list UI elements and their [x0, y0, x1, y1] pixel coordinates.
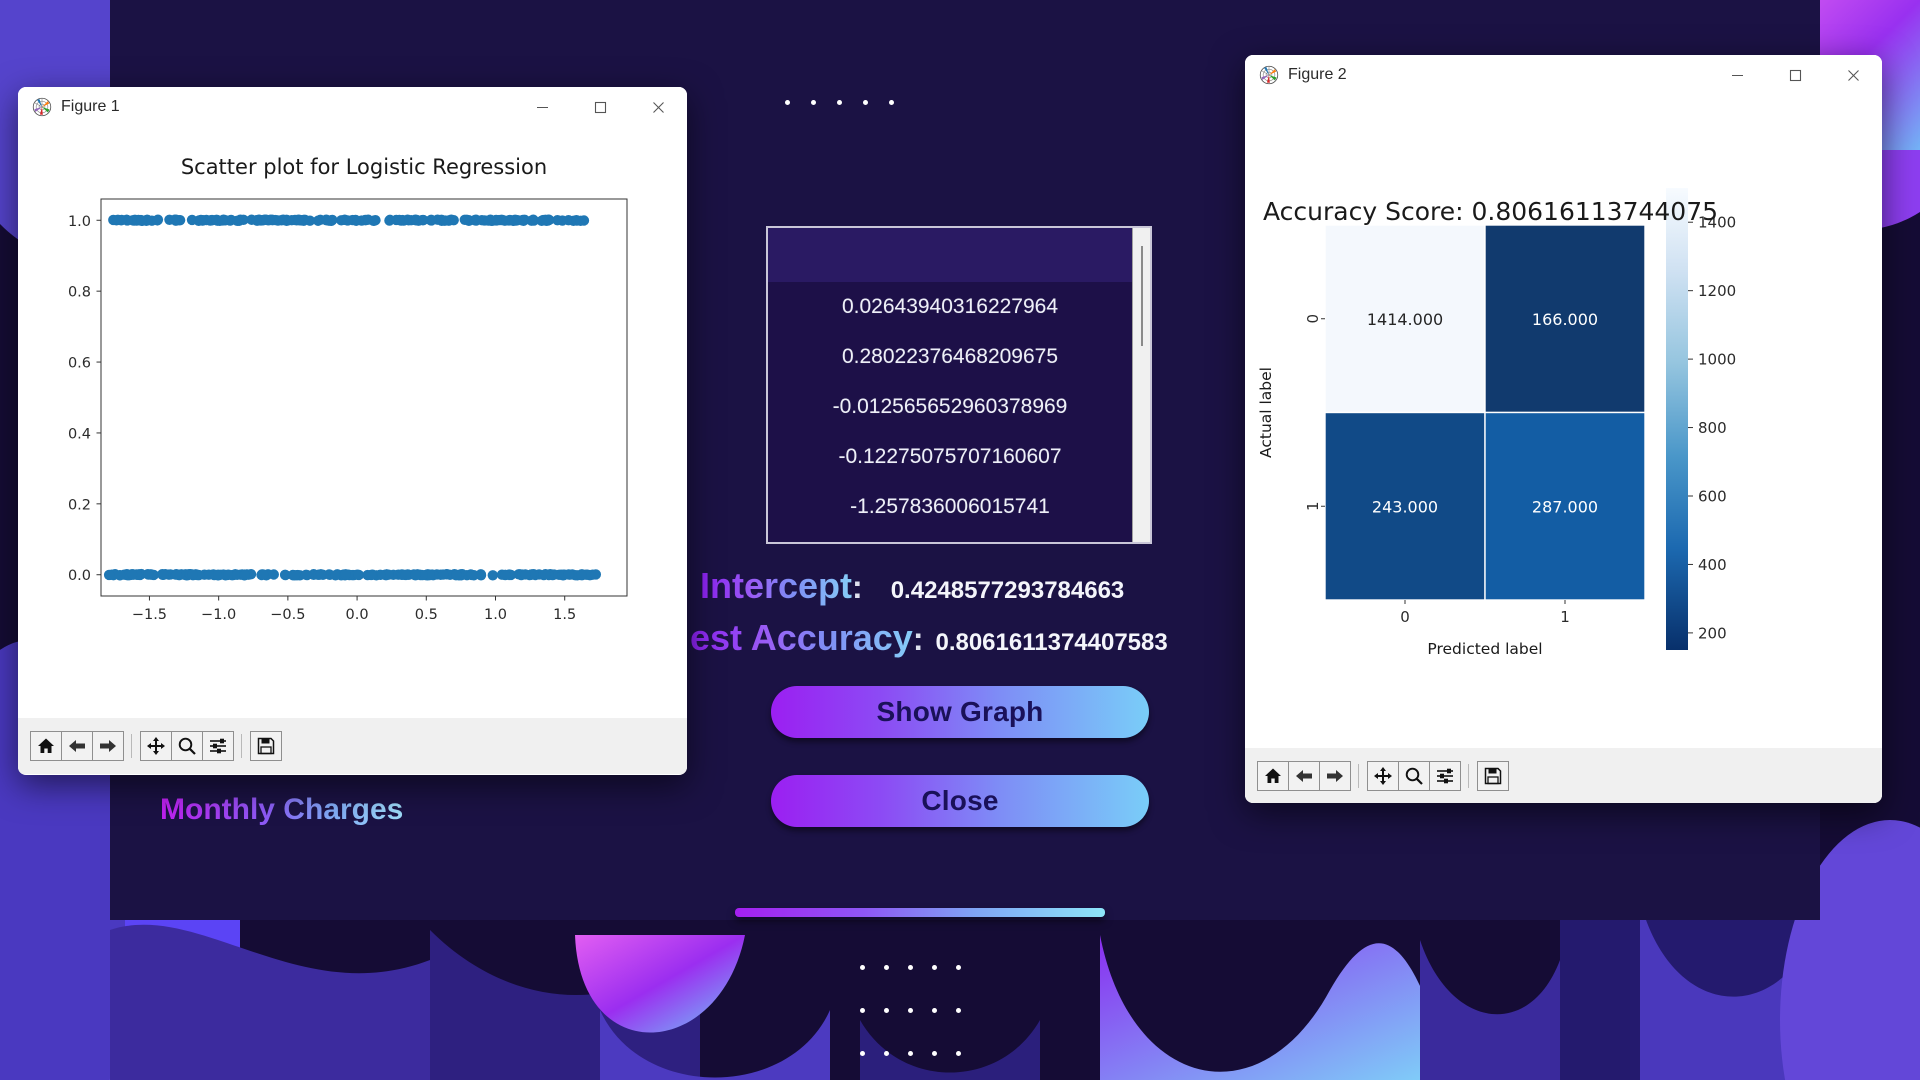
save-floppy-icon[interactable] [250, 731, 282, 761]
monthly-charges-label: Monthly Charges [160, 793, 404, 826]
coefficient-scrollbar[interactable] [1132, 228, 1150, 542]
close-window-button[interactable] [1824, 55, 1882, 95]
svg-text:800: 800 [1698, 419, 1727, 437]
configure-subplots-icon[interactable] [202, 731, 234, 761]
svg-text:200: 200 [1698, 624, 1727, 642]
svg-text:0: 0 [1304, 314, 1322, 324]
svg-text:1.0: 1.0 [68, 214, 91, 230]
figure-2-canvas[interactable]: 1414.000 166.000 243.000 287.000 0 1 0 1 Predict… [1245, 95, 1882, 748]
svg-text:0.0: 0.0 [346, 607, 369, 623]
figure-1-canvas[interactable]: Scatter plot for Logistic Regression −1.5… [18, 127, 687, 718]
zoom-magnifier-icon[interactable] [171, 731, 203, 761]
svg-text:600: 600 [1698, 488, 1727, 506]
close-icon [652, 101, 664, 113]
test-accuracy-label: est Accuracy [690, 617, 913, 658]
scatter-plot: Scatter plot for Logistic Regression −1.5… [18, 127, 687, 718]
coefficient-value: 0.02643940316227964 [841, 295, 1059, 318]
matplotlib-logo-icon [1259, 65, 1279, 85]
figure-1-titlebar[interactable]: Figure 1 [18, 87, 687, 127]
forward-arrow-icon[interactable] [92, 731, 124, 761]
coefficient-value: -0.012565652960378969 [832, 395, 1068, 418]
figure-1-toolbar[interactable] [18, 718, 687, 774]
home-icon[interactable] [1257, 760, 1289, 791]
coefficient-title: Coefficient [768, 228, 1132, 282]
configure-subplots-icon[interactable] [1429, 760, 1461, 791]
figure-2-titlebar[interactable]: Figure 2 [1245, 55, 1882, 95]
test-accuracy-colon: : [912, 621, 924, 657]
svg-text:Scatter plot for Logistic Regr: Scatter plot for Logistic Regression [181, 155, 547, 179]
svg-text:1: 1 [1560, 608, 1570, 626]
svg-text:0.0: 0.0 [68, 568, 91, 584]
coefficient-value: 0.28022376468209675 [841, 345, 1059, 368]
intercept-row: Intercept: 0.4248577293784663 [700, 565, 1124, 607]
figure-2-title: Figure 2 [1288, 66, 1347, 83]
minimize-icon [536, 106, 548, 108]
maximize-icon [1789, 69, 1801, 81]
svg-text:1414.000: 1414.000 [1367, 310, 1443, 329]
confusion-matrix-plot: 1414.000 166.000 243.000 287.000 0 1 0 1 Predict… [1245, 95, 1882, 748]
svg-text:0.6: 0.6 [68, 356, 91, 372]
back-arrow-icon[interactable] [1288, 760, 1320, 791]
coefficient-listbox[interactable]: Coefficient 0.02643940316227964 0.280223… [766, 226, 1152, 544]
figure-2-window-controls [1708, 55, 1882, 95]
toolbar-separator [131, 734, 132, 758]
pan-move-icon[interactable] [1367, 760, 1399, 791]
svg-text:0.4: 0.4 [68, 426, 91, 442]
intercept-label: Intercept [700, 565, 853, 606]
svg-text:Accuracy Score: 0.806161137440: Accuracy Score: 0.80616113744075 [1263, 197, 1718, 226]
svg-text:1: 1 [1304, 501, 1322, 511]
show-graph-button[interactable]: Show Graph [771, 686, 1149, 738]
back-arrow-icon[interactable] [61, 731, 93, 761]
svg-text:0.2: 0.2 [68, 497, 91, 513]
svg-text:0: 0 [1400, 608, 1410, 626]
svg-text:400: 400 [1698, 556, 1727, 574]
maximize-button[interactable] [571, 87, 629, 127]
svg-text:287.000: 287.000 [1532, 497, 1598, 516]
svg-text:0.8: 0.8 [68, 285, 91, 301]
svg-text:1000: 1000 [1698, 351, 1736, 369]
intercept-value: 0.4248577293784663 [890, 577, 1125, 604]
coefficient-value: -1.257836006015741 [850, 495, 1050, 518]
svg-text:−0.5: −0.5 [270, 607, 305, 623]
svg-text:1200: 1200 [1698, 282, 1736, 300]
maximize-icon [594, 101, 606, 113]
svg-text:−1.0: −1.0 [201, 607, 236, 623]
pan-move-icon[interactable] [140, 731, 172, 761]
test-accuracy-row: est Accuracy: 0.8061611374407583 [690, 617, 1168, 659]
svg-text:Predicted label: Predicted label [1427, 640, 1542, 658]
minimize-button[interactable] [513, 87, 571, 127]
close-window-button[interactable] [629, 87, 687, 127]
home-icon[interactable] [30, 731, 62, 761]
coefficient-list: Coefficient 0.02643940316227964 0.280223… [768, 228, 1132, 542]
decorative-separator [735, 908, 1105, 917]
forward-arrow-icon[interactable] [1319, 760, 1351, 791]
svg-text:166.000: 166.000 [1532, 310, 1598, 329]
svg-text:−1.5: −1.5 [132, 607, 167, 623]
scrollbar-thumb[interactable] [1141, 246, 1143, 346]
matplotlib-logo-icon [32, 97, 52, 117]
toolbar-separator [1468, 763, 1469, 788]
svg-text:0.5: 0.5 [415, 607, 438, 623]
test-accuracy-value: 0.8061611374407583 [935, 629, 1168, 656]
close-button[interactable]: Close [771, 775, 1149, 827]
maximize-button[interactable] [1766, 55, 1824, 95]
figure-1-title: Figure 1 [61, 98, 120, 115]
figure-1-window-controls [513, 87, 687, 127]
zoom-magnifier-icon[interactable] [1398, 760, 1430, 791]
intercept-colon: : [852, 569, 863, 605]
toolbar-separator [1358, 763, 1359, 788]
svg-text:Actual label: Actual label [1257, 367, 1275, 458]
coefficient-value: -0.12275075707160607 [838, 445, 1062, 468]
figure-1-window[interactable]: Figure 1 Scatter plot for Logistic Regre… [18, 87, 687, 775]
minimize-button[interactable] [1708, 55, 1766, 95]
toolbar-separator [241, 734, 242, 758]
svg-text:243.000: 243.000 [1372, 497, 1438, 516]
svg-text:1.5: 1.5 [553, 607, 576, 623]
svg-text:1.0: 1.0 [484, 607, 507, 623]
close-icon [1847, 69, 1859, 81]
figure-2-toolbar[interactable] [1245, 748, 1882, 803]
minimize-icon [1731, 74, 1743, 76]
save-floppy-icon[interactable] [1477, 760, 1509, 791]
figure-2-window[interactable]: Figure 2 1414.000 166.000 243.000 287.000 0 1… [1245, 55, 1882, 803]
